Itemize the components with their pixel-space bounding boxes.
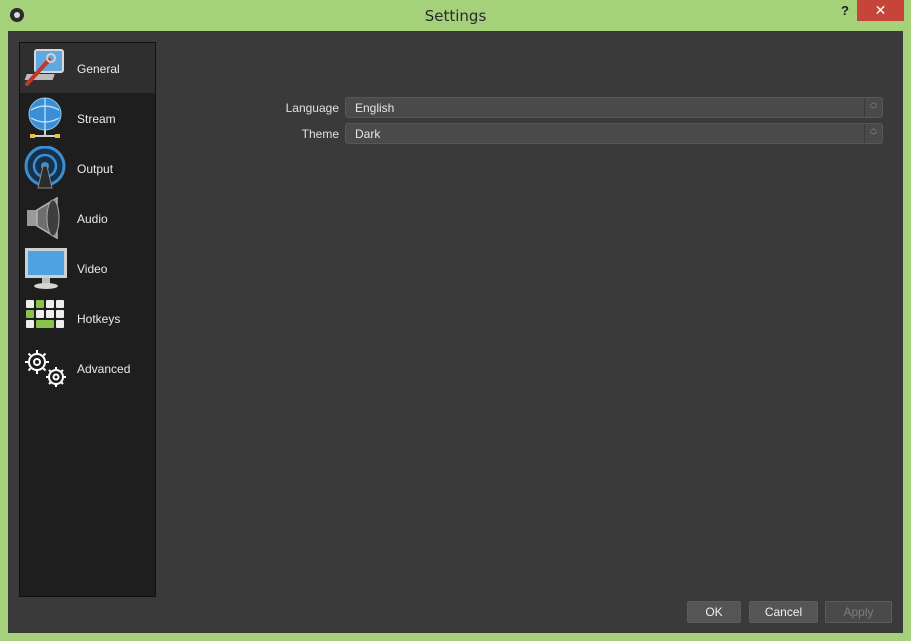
theme-value: Dark (355, 127, 381, 141)
gears-icon (25, 350, 66, 387)
monitor-icon (25, 248, 67, 289)
sidebar-item-stream[interactable]: Stream (20, 93, 155, 143)
settings-client-area: General Stream Output Audio Video Hotkey… (8, 31, 903, 633)
sidebar-item-advanced[interactable]: Advanced (20, 343, 155, 393)
sidebar-item-hotkeys[interactable]: Hotkeys (20, 293, 155, 343)
sidebar-item-label: General (77, 62, 120, 76)
sidebar-item-label: Advanced (77, 362, 131, 376)
globe-network-icon (28, 97, 62, 138)
language-value: English (355, 101, 395, 115)
updown-chevron-icon: ︿ ﹀ (864, 124, 882, 143)
sidebar-item-label: Audio (77, 212, 108, 226)
cancel-button[interactable]: Cancel (749, 601, 818, 623)
theme-select[interactable]: Dark ︿ ﹀ (345, 123, 883, 144)
close-button[interactable]: ✕ (857, 0, 904, 21)
window-title: Settings (424, 7, 487, 25)
settings-sidebar: General Stream Output Audio Video Hotkey… (19, 42, 156, 597)
updown-chevron-icon: ︿ ﹀ (864, 98, 882, 117)
language-label: Language (285, 101, 339, 115)
title-bar[interactable]: Settings ? ✕ (0, 0, 911, 31)
keyboard-icon (26, 300, 64, 328)
apply-button[interactable]: Apply (825, 601, 892, 623)
sidebar-item-video[interactable]: Video (20, 243, 155, 293)
settings-window: Settings ? ✕ General Stream Output Audio… (0, 0, 911, 641)
sidebar-item-label: Video (77, 262, 108, 276)
general-icon (24, 49, 64, 86)
sidebar-item-label: Output (77, 162, 114, 176)
help-button[interactable]: ? (835, 3, 855, 21)
sidebar-item-label: Hotkeys (77, 312, 121, 326)
sidebar-item-output[interactable]: Output (20, 143, 155, 193)
theme-label: Theme (301, 127, 339, 141)
broadcast-icon (24, 146, 66, 189)
language-select[interactable]: English ︿ ﹀ (345, 97, 883, 118)
ok-button[interactable]: OK (687, 601, 741, 623)
speaker-icon (27, 196, 60, 240)
sidebar-item-label: Stream (77, 112, 116, 126)
sidebar-item-audio[interactable]: Audio (20, 193, 155, 243)
sidebar-item-general[interactable]: General (20, 43, 155, 93)
